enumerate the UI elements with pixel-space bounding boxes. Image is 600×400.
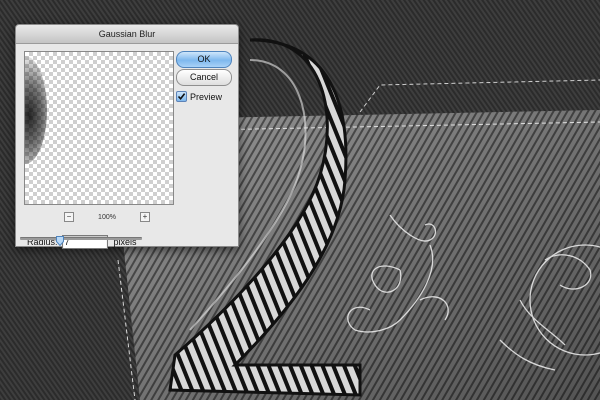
- plus-icon: +: [142, 212, 148, 221]
- blur-preview-pane[interactable]: [24, 51, 174, 205]
- preview-blurred-shape: [25, 56, 47, 164]
- minus-icon: −: [66, 212, 72, 221]
- zoom-out-button[interactable]: −: [64, 212, 74, 222]
- radius-slider-thumb[interactable]: [56, 233, 65, 247]
- dialog-title[interactable]: Gaussian Blur: [16, 25, 238, 44]
- zoom-in-button[interactable]: +: [140, 212, 150, 222]
- gaussian-blur-dialog: Gaussian Blur − 100% + OK Cancel Preview…: [15, 24, 239, 249]
- radius-slider-track[interactable]: [20, 236, 142, 247]
- zoom-controls: − 100% +: [64, 211, 150, 223]
- ok-button[interactable]: OK: [176, 51, 232, 68]
- checkbox-box[interactable]: [176, 91, 187, 102]
- zoom-level: 100%: [98, 213, 116, 221]
- preview-checkbox[interactable]: Preview: [176, 91, 222, 102]
- cancel-button[interactable]: Cancel: [176, 69, 232, 86]
- slider-triangle-icon: [56, 236, 65, 247]
- checkmark-icon: [177, 93, 186, 101]
- preview-label: Preview: [190, 91, 223, 102]
